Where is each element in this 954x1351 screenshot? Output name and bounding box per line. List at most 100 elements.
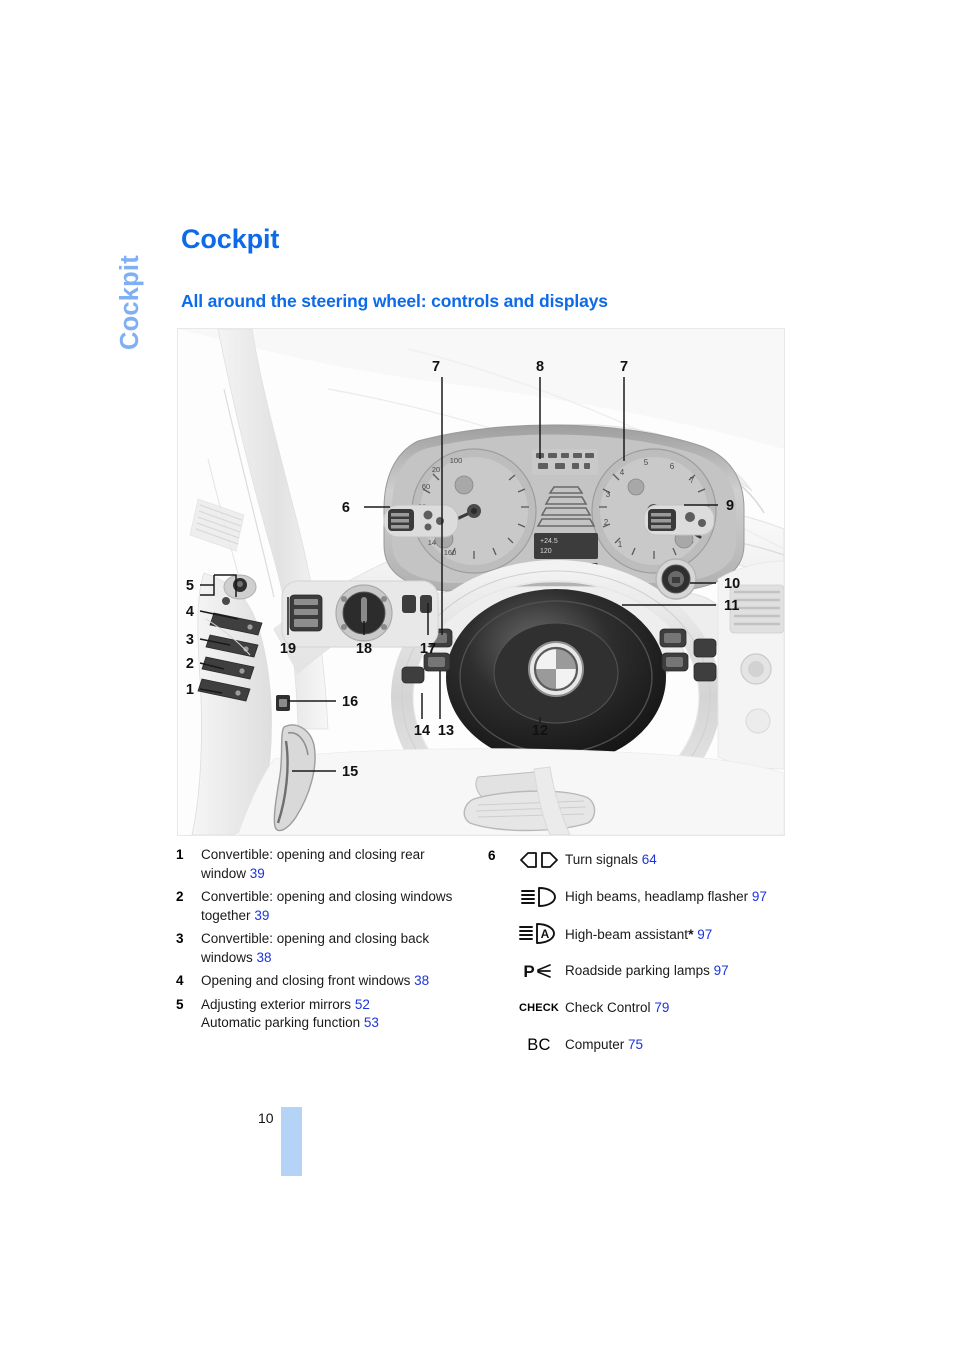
computer-text: Computer xyxy=(565,1037,625,1052)
legend-item-2-line-1: Convertible: opening and closing windows xyxy=(201,889,453,904)
legend-item-6-computer: BC Computer 75 xyxy=(488,1031,818,1059)
computer-bc-icon: BC xyxy=(527,1035,551,1054)
svg-text:20: 20 xyxy=(432,465,440,474)
legend-item-1-line-1: Convertible: opening and closing rear xyxy=(201,847,425,862)
computer-label: Computer 75 xyxy=(565,1036,643,1054)
callout-2: 2 xyxy=(186,656,194,672)
legend-left-column: 1 Convertible: opening and closing rear … xyxy=(176,846,476,1038)
svg-text:60: 60 xyxy=(422,482,430,491)
legend-item-4-line-1: Opening and closing front windows xyxy=(201,973,411,988)
roadside-parking-lamps-icon: P xyxy=(513,961,565,981)
svg-text:2: 2 xyxy=(604,518,609,527)
computer-page-ref[interactable]: 75 xyxy=(628,1037,643,1052)
chapter-tab: Cockpit xyxy=(0,230,175,350)
legend-item-1-line-2: window xyxy=(201,865,247,881)
callout-7-left: 7 xyxy=(432,359,440,375)
callout-18: 18 xyxy=(356,641,372,657)
callout-12: 12 xyxy=(532,723,548,739)
callout-10: 10 xyxy=(724,576,740,592)
page-title: Cockpit xyxy=(181,224,280,254)
legend-item-4: 4 Opening and closing front windows 38 xyxy=(176,972,476,991)
optional-equipment-asterisk: * xyxy=(688,925,694,942)
legend-item-6-check-control: CHECK Check Control 79 xyxy=(488,994,818,1022)
cockpit-diagram-svg: 20 100 60 80 120 140 160 xyxy=(178,329,784,835)
legend-spacer-1 xyxy=(488,883,513,885)
legend-right-column: 6 Turn signals 64 High beams, headlamp f… xyxy=(488,846,818,1068)
svg-text:120: 120 xyxy=(540,548,552,555)
legend-item-2-number: 2 xyxy=(176,889,184,904)
legend-item-3-line-1: Convertible: opening and closing back xyxy=(201,931,430,946)
legend-item-3: 3 Convertible: opening and closing back … xyxy=(176,930,476,967)
callout-19: 19 xyxy=(280,641,296,657)
turn-signals-icon xyxy=(513,851,565,869)
chapter-tab-label: Cockpit xyxy=(116,255,144,350)
callout-17: 17 xyxy=(420,641,436,657)
legend-item-3-page-ref[interactable]: 38 xyxy=(257,950,272,965)
svg-text:3: 3 xyxy=(606,490,611,499)
page-marker-bar xyxy=(281,1107,302,1176)
legend-item-1-page-ref[interactable]: 39 xyxy=(250,866,265,881)
turn-signals-text: Turn signals xyxy=(565,852,639,867)
svg-text:6: 6 xyxy=(670,462,675,471)
high-beams-page-ref[interactable]: 97 xyxy=(752,889,767,904)
high-beams-label: High beams, headlamp flasher 97 xyxy=(565,888,767,906)
callout-1: 1 xyxy=(186,682,194,698)
svg-text:+24.5: +24.5 xyxy=(540,538,558,545)
callout-13: 13 xyxy=(438,723,454,739)
legend-spacer-5 xyxy=(488,1031,513,1033)
high-beam-assistant-icon: A xyxy=(513,922,565,946)
svg-text:4: 4 xyxy=(620,468,625,477)
check-control-label: Check Control 79 xyxy=(565,999,669,1017)
legend-item-2-page-ref[interactable]: 39 xyxy=(254,908,269,923)
legend-item-5-line-1: Adjusting exterior mirrors xyxy=(201,996,352,1012)
svg-text:A: A xyxy=(541,927,550,941)
legend-item-3-number: 3 xyxy=(176,931,184,946)
high-beams-text: High beams, headlamp flasher xyxy=(565,889,749,904)
legend-item-5-line-2: Automatic parking function xyxy=(201,1015,361,1030)
callout-8: 8 xyxy=(536,359,544,375)
roadside-parking-lamps-text: Roadside parking lamps xyxy=(565,963,710,978)
svg-text:160: 160 xyxy=(444,548,457,557)
roadside-parking-lamps-label: Roadside parking lamps 97 xyxy=(565,962,729,980)
cockpit-illustration: 20 100 60 80 120 140 160 xyxy=(177,328,785,836)
legend-item-2-line-2: together xyxy=(201,907,251,923)
legend-item-2: 2 Convertible: opening and closing windo… xyxy=(176,888,476,925)
legend-item-2-text: Convertible: opening and closing windows… xyxy=(201,888,452,925)
callout-5: 5 xyxy=(186,578,194,594)
legend-item-3-line-2: windows xyxy=(201,949,253,965)
high-beams-icon xyxy=(513,886,565,908)
page-number: 10 xyxy=(258,1110,274,1126)
legend-spacer-3 xyxy=(488,957,513,959)
high-beam-assistant-label: High-beam assistant* 97 xyxy=(565,925,712,944)
check-control-icon: CHECK xyxy=(518,1002,560,1014)
callout-3: 3 xyxy=(186,632,194,648)
legend-item-5-number: 5 xyxy=(176,996,184,1012)
roadside-parking-lamps-page-ref[interactable]: 97 xyxy=(714,963,729,978)
legend-item-1-text: Convertible: opening and closing rear wi… xyxy=(201,846,425,883)
legend-item-6-high-beam-assistant: A High-beam assistant* 97 xyxy=(488,920,818,948)
callout-7-right: 7 xyxy=(620,359,628,375)
legend-item-4-page-ref[interactable]: 38 xyxy=(414,973,429,988)
svg-text:100: 100 xyxy=(450,456,463,465)
turn-signals-page-ref[interactable]: 64 xyxy=(642,852,657,867)
legend-item-4-number: 4 xyxy=(176,973,184,988)
legend-item-6-high-beams: High beams, headlamp flasher 97 xyxy=(488,883,818,911)
legend-item-5-text: Adjusting exterior mirrors 52 Automatic … xyxy=(201,996,379,1033)
legend-item-1-number: 1 xyxy=(176,847,184,862)
legend-item-6-turn-signals: 6 Turn signals 64 xyxy=(488,846,818,874)
callout-16: 16 xyxy=(342,694,358,710)
legend-item-4-text: Opening and closing front windows 38 xyxy=(201,972,429,991)
turn-signals-label: Turn signals 64 xyxy=(565,851,657,869)
svg-text:P: P xyxy=(523,962,534,981)
legend-item-5-page-ref-2[interactable]: 53 xyxy=(364,1015,379,1030)
high-beam-assistant-page-ref[interactable]: 97 xyxy=(697,927,712,942)
legend-spacer-2 xyxy=(488,920,513,922)
svg-text:1: 1 xyxy=(618,540,623,549)
legend-item-5: 5 Adjusting exterior mirrors 52 Automati… xyxy=(176,996,476,1033)
high-beam-assistant-text: High-beam assistant xyxy=(565,926,689,942)
legend-item-5-page-ref-1[interactable]: 52 xyxy=(355,997,370,1012)
section-subtitle: All around the steering wheel: controls … xyxy=(181,291,608,311)
check-control-page-ref[interactable]: 79 xyxy=(654,1000,669,1015)
svg-text:5: 5 xyxy=(644,458,649,467)
svg-text:7: 7 xyxy=(690,476,695,485)
